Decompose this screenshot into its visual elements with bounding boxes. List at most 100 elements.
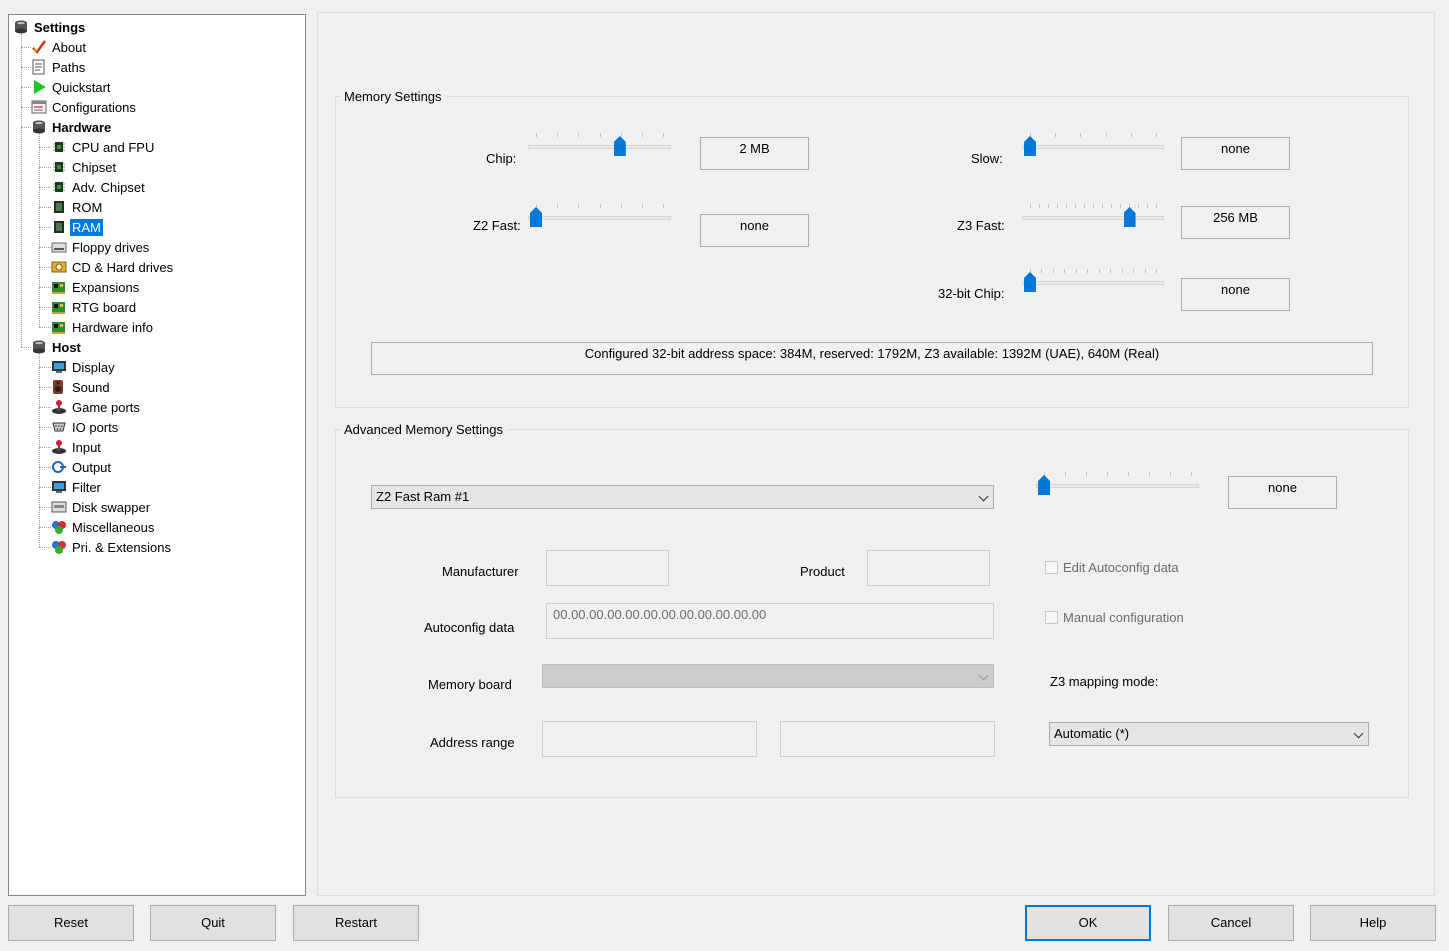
slider-thumb[interactable] bbox=[1024, 136, 1036, 156]
tree-item-ram[interactable]: RAM bbox=[51, 217, 103, 237]
tree-item-label: Miscellaneous bbox=[72, 519, 155, 535]
tree-connector-line bbox=[39, 467, 51, 468]
z3-fast-label: Z3 Fast: bbox=[957, 218, 1005, 233]
slider-tick bbox=[1130, 133, 1132, 137]
z2-fast-memory-slider[interactable] bbox=[528, 204, 671, 236]
tree-item-hardware-info[interactable]: Hardware info bbox=[51, 317, 155, 337]
edit-autoconfig-box[interactable] bbox=[1045, 561, 1058, 574]
tree-item-label: Game ports bbox=[72, 399, 140, 415]
tree-item-about[interactable]: About bbox=[31, 37, 88, 57]
tree-item-chipset[interactable]: Chipset bbox=[51, 157, 118, 177]
tree-item-hardware[interactable]: Hardware bbox=[31, 117, 113, 137]
slider-track bbox=[1022, 145, 1164, 149]
reset-button[interactable]: Reset bbox=[8, 905, 134, 941]
chip-label: Chip: bbox=[486, 151, 517, 166]
manual-configuration-checkbox[interactable]: Manual configuration bbox=[1045, 610, 1184, 625]
slider-tick bbox=[1138, 204, 1139, 208]
edit-autoconfig-checkbox[interactable]: Edit Autoconfig data bbox=[1045, 560, 1179, 575]
slider-thumb[interactable] bbox=[1123, 207, 1136, 227]
slider-tick bbox=[641, 133, 643, 137]
board-size-slider[interactable] bbox=[1036, 472, 1199, 504]
tree-item-cpu-and-fpu[interactable]: CPU and FPU bbox=[51, 137, 156, 157]
address-range-start-field[interactable] bbox=[542, 721, 757, 757]
tree-item-label: Hardware info bbox=[72, 319, 153, 335]
tree-item-miscellaneous[interactable]: Miscellaneous bbox=[51, 517, 156, 537]
tree-item-label: Hardware bbox=[52, 119, 112, 135]
slider-tick bbox=[1075, 269, 1077, 273]
memory-board-dropdown[interactable] bbox=[542, 664, 994, 688]
tree-item-filter[interactable]: Filter bbox=[51, 477, 103, 497]
tree-item-expansions[interactable]: Expansions bbox=[51, 277, 141, 297]
manual-configuration-box[interactable] bbox=[1045, 611, 1058, 624]
tree-item-paths[interactable]: Paths bbox=[31, 57, 87, 77]
quit-button[interactable]: Quit bbox=[150, 905, 276, 941]
slider-thumb[interactable] bbox=[613, 136, 626, 156]
slider-tick bbox=[557, 204, 559, 208]
tree-item-label: Host bbox=[52, 339, 81, 355]
slider-tick bbox=[599, 133, 601, 137]
tree-item-pri-extensions[interactable]: Pri. & Extensions bbox=[51, 537, 173, 557]
chip-memory-value: 2 MB bbox=[700, 137, 809, 170]
rom-icon bbox=[51, 199, 67, 215]
z3-fast-memory-slider[interactable] bbox=[1022, 204, 1164, 236]
tree-item-io-ports[interactable]: IO ports bbox=[51, 417, 120, 437]
slider-tick bbox=[578, 204, 580, 208]
z3-mapping-label: Z3 mapping mode: bbox=[1050, 674, 1159, 689]
chip-icon bbox=[51, 159, 67, 175]
configurations-icon bbox=[31, 99, 47, 115]
tree-item-game-ports[interactable]: Game ports bbox=[51, 397, 142, 417]
tree-item-display[interactable]: Display bbox=[51, 357, 117, 377]
autoconfig-field[interactable]: 00.00.00.00.00.00.00.00.00.00.00.00 bbox=[546, 603, 994, 639]
tree-item-host[interactable]: Host bbox=[31, 337, 83, 357]
tree-item-input[interactable]: Input bbox=[51, 437, 103, 457]
tree-connector-line bbox=[39, 407, 51, 408]
settings-tree[interactable]: Settings About Paths Quickstart Configuratio… bbox=[8, 14, 306, 896]
tree-item-rom[interactable]: ROM bbox=[51, 197, 104, 217]
slider-thumb[interactable] bbox=[1038, 475, 1050, 495]
tree-item-quickstart[interactable]: Quickstart bbox=[31, 77, 113, 97]
address-range-label: Address range bbox=[430, 735, 515, 750]
expansion-board-icon bbox=[51, 279, 67, 295]
tree-connector-line bbox=[21, 347, 31, 348]
io-port-icon bbox=[51, 419, 67, 435]
ok-button[interactable]: OK bbox=[1025, 905, 1151, 941]
tree-item-adv-chipset[interactable]: Adv. Chipset bbox=[51, 177, 147, 197]
tree-connector-line bbox=[39, 367, 51, 368]
slider-tick bbox=[1102, 204, 1103, 208]
chip32-memory-slider[interactable] bbox=[1022, 269, 1164, 301]
z2-fast-memory-value: none bbox=[700, 214, 809, 247]
tree-item-output[interactable]: Output bbox=[51, 457, 113, 477]
slider-tick bbox=[1128, 472, 1129, 476]
tree-item-settings[interactable]: Settings bbox=[13, 17, 87, 37]
slider-tick bbox=[620, 204, 622, 208]
tree-item-floppy-drives[interactable]: Floppy drives bbox=[51, 237, 151, 257]
tree-item-sound[interactable]: Sound bbox=[51, 377, 112, 397]
product-field[interactable] bbox=[867, 550, 990, 586]
misc-icon bbox=[51, 519, 67, 535]
address-range-end-field[interactable] bbox=[780, 721, 995, 757]
manufacturer-field[interactable] bbox=[546, 550, 669, 586]
tree-item-disk-swapper[interactable]: Disk swapper bbox=[51, 497, 152, 517]
misc-icon bbox=[51, 539, 67, 555]
chip-memory-slider[interactable] bbox=[528, 133, 671, 165]
slider-thumb[interactable] bbox=[530, 207, 542, 227]
chevron-down-icon bbox=[978, 491, 989, 502]
help-button[interactable]: Help bbox=[1310, 905, 1436, 941]
cancel-button[interactable]: Cancel bbox=[1168, 905, 1294, 941]
slider-tick bbox=[1133, 269, 1135, 273]
tree-item-label: Floppy drives bbox=[72, 239, 150, 255]
restart-button[interactable]: Restart bbox=[293, 905, 419, 941]
slider-thumb[interactable] bbox=[1024, 272, 1036, 292]
tree-connector-line bbox=[39, 427, 51, 428]
paths-icon bbox=[31, 59, 47, 75]
tree-connector-line bbox=[21, 87, 31, 88]
tree-item-configurations[interactable]: Configurations bbox=[31, 97, 138, 117]
z3-mapping-value: Automatic (*) bbox=[1054, 726, 1130, 741]
slider-tick bbox=[1075, 204, 1076, 208]
z3-mapping-dropdown[interactable]: Automatic (*) bbox=[1049, 722, 1369, 746]
slow-memory-slider[interactable] bbox=[1022, 133, 1164, 165]
tree-item-cd-hard-drives[interactable]: CD & Hard drives bbox=[51, 257, 175, 277]
board-select-dropdown[interactable]: Z2 Fast Ram #1 bbox=[371, 485, 994, 509]
slider-tick bbox=[1098, 269, 1100, 273]
tree-item-rtg-board[interactable]: RTG board bbox=[51, 297, 138, 317]
